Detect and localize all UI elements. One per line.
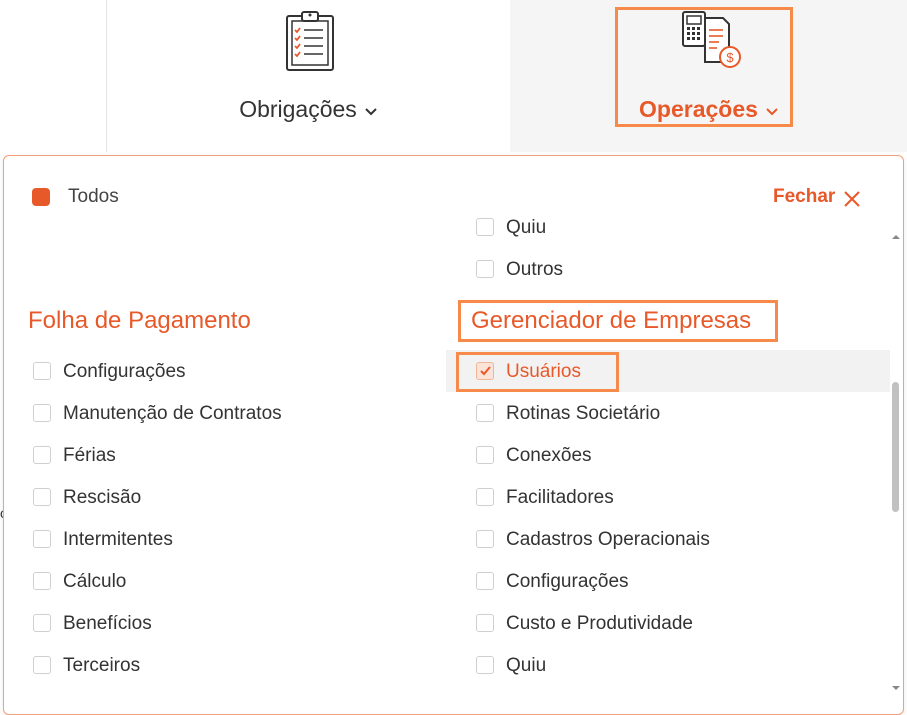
operacoes-highlight-box xyxy=(615,7,793,127)
checkbox[interactable] xyxy=(33,446,51,464)
gerenciador-highlight-box xyxy=(458,300,778,342)
checkbox-label: Custo e Produtividade xyxy=(506,613,693,634)
top-navigation: Obrigações $ Operações xyxy=(0,0,907,152)
section-title-folha-de-pagamento: Folha de Pagamento xyxy=(28,307,251,334)
clipboard-checklist-icon xyxy=(285,10,335,77)
checkbox-label: Manutenção de Contratos xyxy=(63,403,282,424)
checkbox-label: Quiu xyxy=(506,217,547,238)
close-icon xyxy=(843,190,861,213)
todos-indeterminate-box xyxy=(32,188,50,206)
checkbox[interactable] xyxy=(33,488,51,506)
checkbox-label: Cadastros Operacionais xyxy=(506,529,710,550)
nav-obrigacoes[interactable]: Obrigações xyxy=(107,0,509,152)
checkbox[interactable] xyxy=(33,614,51,632)
scroll-up-arrow-icon[interactable] xyxy=(889,229,903,247)
checkbox-label: Facilitadores xyxy=(506,487,614,508)
checkbox-label: Terceiros xyxy=(63,655,141,676)
checkbox-label: Conexões xyxy=(506,445,592,466)
checkbox[interactable] xyxy=(476,656,494,674)
checkbox[interactable] xyxy=(476,488,494,506)
scrollbar-thumb[interactable] xyxy=(892,382,899,512)
nav-obrigacoes-text: Obrigações xyxy=(239,96,357,122)
checkbox[interactable] xyxy=(33,572,51,590)
checkbox[interactable] xyxy=(33,362,51,380)
scroll-down-arrow-icon[interactable] xyxy=(889,680,903,698)
checkbox[interactable] xyxy=(33,404,51,422)
checkbox[interactable] xyxy=(33,656,51,674)
nav-obrigacoes-label: Obrigações xyxy=(107,96,509,123)
checkbox[interactable] xyxy=(476,260,494,278)
checkbox-label: Intermitentes xyxy=(63,529,173,550)
checkbox-label: Configurações xyxy=(506,571,629,592)
checkbox-label: Cálculo xyxy=(63,571,127,592)
checkbox-label: Rescisão xyxy=(63,487,142,508)
checkbox[interactable] xyxy=(476,614,494,632)
checkbox-label: Configurações xyxy=(63,361,186,382)
checkbox[interactable] xyxy=(33,530,51,548)
todos-label: Todos xyxy=(68,186,119,207)
checkbox-label: Férias xyxy=(63,445,116,466)
checkbox-label: Quiu xyxy=(506,655,547,676)
checkbox-label: Outros xyxy=(506,259,564,280)
chevron-down-icon xyxy=(365,95,377,122)
checkbox[interactable] xyxy=(476,446,494,464)
checkbox[interactable] xyxy=(476,218,494,236)
checkbox[interactable] xyxy=(476,404,494,422)
checkbox-label: Benefícios xyxy=(63,613,152,634)
checkbox[interactable] xyxy=(476,530,494,548)
close-button-label: Fechar xyxy=(773,186,836,207)
scrolled-item-clip: Quiu xyxy=(470,214,670,254)
usuarios-highlight-box xyxy=(456,352,619,392)
checkbox-label: Rotinas Societário xyxy=(506,403,661,424)
checkbox[interactable] xyxy=(476,572,494,590)
